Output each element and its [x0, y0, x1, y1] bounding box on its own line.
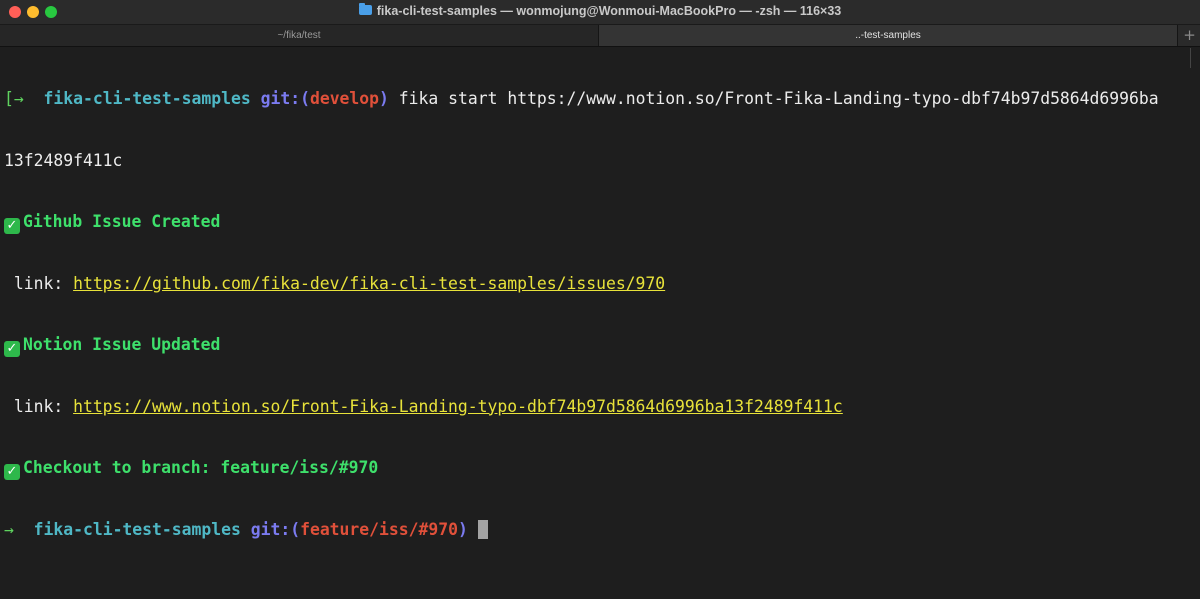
terminal-output[interactable]: [→ fika-cli-test-samples git:(develop) f… [4, 48, 1196, 581]
link-label: link: [4, 396, 74, 416]
prompt-arrow-icon: → [4, 519, 14, 539]
terminal-line-github-link: link: https://github.com/fika-dev/fika-c… [4, 274, 1196, 295]
command-wrap-text: 13f2489f411c [4, 150, 123, 170]
prompt-directory: fika-cli-test-samples [33, 519, 241, 539]
prompt-arrow-icon: → [13, 89, 24, 108]
command-text: fika start https://www.notion.so/Front-F… [398, 89, 1159, 108]
check-mark-icon: ✓ [4, 464, 20, 480]
line-wrap-marker [1190, 48, 1195, 68]
check-mark-icon: ✓ [4, 341, 20, 357]
github-issue-link[interactable]: https://github.com/fika-dev/fika-cli-tes… [73, 274, 665, 293]
title-bar[interactable]: fika-cli-test-samples — wonmojung@Wonmou… [0, 0, 1200, 25]
window-title: fika-cli-test-samples — wonmojung@Wonmou… [0, 3, 1200, 18]
tab-test-samples[interactable]: ..-test-samples [599, 25, 1177, 46]
prompt-directory: fika-cli-test-samples [43, 89, 251, 108]
prompt-branch: feature/iss/#970 [300, 519, 458, 539]
terminal-window: fika-cli-test-samples — wonmojung@Wonmou… [0, 0, 1200, 599]
terminal-line-prompt: → fika-cli-test-samples git:(feature/iss… [4, 519, 1196, 541]
notion-issue-link[interactable]: https://www.notion.so/Front-Fika-Landing… [73, 397, 843, 416]
terminal-line-github-issue: ✓ Github Issue Created [4, 212, 1196, 234]
status-checkout-branch: Checkout to branch: feature/iss/#970 [23, 458, 379, 477]
terminal-line-checkout: ✓ Checkout to branch: feature/iss/#970 [4, 458, 1196, 480]
status-notion-issue-updated: Notion Issue Updated [23, 335, 221, 354]
terminal-line-notion-issue: ✓ Notion Issue Updated [4, 335, 1196, 357]
prompt-git-close: ) [457, 519, 468, 539]
prompt-git-close: ) [379, 89, 389, 108]
tab-fika-test[interactable]: ~/fika/test [0, 25, 599, 46]
prompt-git-label: git:( [250, 519, 301, 539]
window-title-text: fika-cli-test-samples — wonmojung@Wonmou… [376, 4, 842, 18]
terminal-line-notion-link: link: https://www.notion.so/Front-Fika-L… [4, 397, 1196, 418]
terminal-cursor[interactable] [477, 519, 488, 539]
tab-bar: ~/fika/test ..-test-samples + [0, 25, 1200, 47]
terminal-line-command: [→ fika-cli-test-samples git:(develop) f… [4, 89, 1196, 110]
link-label: link: [4, 273, 74, 293]
new-tab-button[interactable]: + [1177, 25, 1200, 46]
prompt-git-label: git:( [260, 89, 310, 108]
check-mark-icon: ✓ [4, 218, 20, 234]
prompt-bracket: [ [4, 89, 14, 108]
prompt-branch: develop [309, 89, 380, 108]
terminal-line-wrap: 13f2489f411c [4, 151, 1196, 172]
status-github-issue-created: Github Issue Created [23, 212, 221, 231]
folder-icon [358, 3, 372, 15]
